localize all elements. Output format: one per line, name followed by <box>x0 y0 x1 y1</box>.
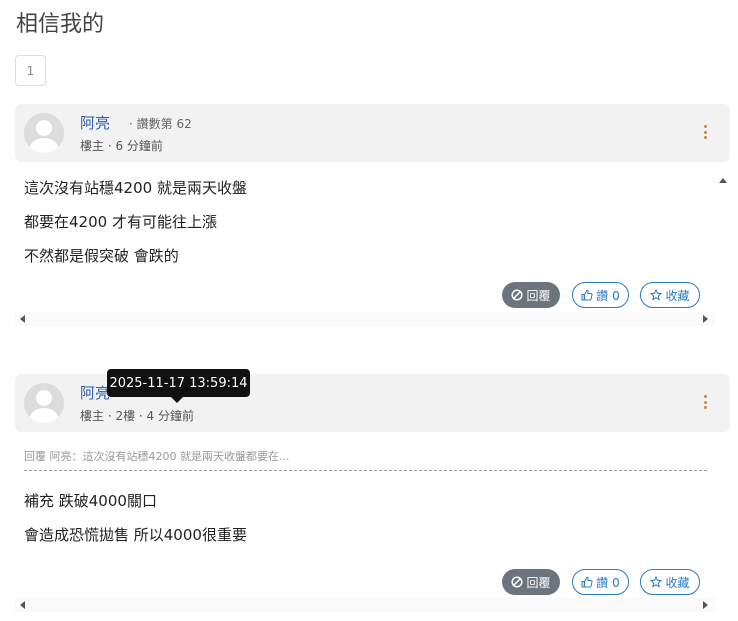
post-line: 會造成恐慌拋售 所以4000很重要 <box>24 526 247 544</box>
avatar[interactable] <box>24 113 64 153</box>
reply-button[interactable]: 回覆 <box>502 282 560 308</box>
post-header: 阿亮 · 讚數第 62 樓主 · 6 分鐘前 <box>15 104 730 162</box>
like-label: 讚 0 <box>596 575 620 590</box>
star-icon <box>650 576 663 588</box>
post-line: 都要在4200 才有可能往上漲 <box>24 213 217 231</box>
timestamp-tooltip: 2025-11-17 13:59:14 <box>107 369 250 403</box>
like-button[interactable]: 讚 0 <box>572 282 629 308</box>
kebab-icon[interactable] <box>704 125 708 139</box>
page-title: 相信我的 <box>16 12 105 37</box>
post-meta: 樓主 · 6 分鐘前 <box>80 139 163 153</box>
star-icon <box>650 289 663 301</box>
scroll-up-icon[interactable] <box>719 178 727 183</box>
post-content-scroll: 這次沒有站穩4200 就是兩天收盤 都要在4200 才有可能往上漲 不然都是假突… <box>15 170 730 326</box>
pagination-page-1[interactable]: 1 <box>15 55 46 86</box>
reply-button[interactable]: 回覆 <box>502 569 560 595</box>
post-line: 這次沒有站穩4200 就是兩天收盤 <box>24 179 247 197</box>
thumbs-up-icon <box>581 576 593 588</box>
scroll-right-icon[interactable] <box>703 601 708 609</box>
avatar[interactable] <box>24 383 64 423</box>
ban-icon <box>511 289 524 301</box>
horizontal-scrollbar[interactable] <box>15 312 715 326</box>
horizontal-scrollbar[interactable] <box>15 598 715 612</box>
scroll-left-icon[interactable] <box>20 315 25 323</box>
ban-icon <box>511 576 524 588</box>
like-label: 讚 0 <box>596 288 620 303</box>
author-link[interactable]: 阿亮 <box>80 112 110 133</box>
post-line: 補充 跌破4000關口 <box>24 492 157 510</box>
like-rank: · 讚數第 62 <box>129 117 192 131</box>
tooltip-text: 2025-11-17 13:59:14 <box>109 375 248 391</box>
reply-label: 回覆 <box>526 288 551 303</box>
like-button[interactable]: 讚 0 <box>572 569 629 595</box>
author-link[interactable]: 阿亮 <box>80 382 110 403</box>
post-line: 不然都是假突破 會跌的 <box>24 247 179 265</box>
kebab-icon[interactable] <box>704 395 708 409</box>
scroll-right-icon[interactable] <box>703 315 708 323</box>
reply-quote[interactable]: 回覆 阿亮：這次沒有站穩4200 就是兩天收盤都要在... <box>24 448 707 471</box>
vertical-scrollbar[interactable] <box>716 440 730 598</box>
reply-label: 回覆 <box>526 575 551 590</box>
favorite-button[interactable]: 收藏 <box>640 282 700 308</box>
post-content-scroll: 回覆 阿亮：這次沒有站穩4200 就是兩天收盤都要在... 補充 跌破4000關… <box>15 440 730 613</box>
favorite-label: 收藏 <box>665 575 690 590</box>
scroll-left-icon[interactable] <box>20 601 25 609</box>
favorite-label: 收藏 <box>665 288 690 303</box>
thumbs-up-icon <box>581 289 593 301</box>
vertical-scrollbar[interactable] <box>716 170 730 312</box>
post-meta: 樓主 · 2樓 · 4 分鐘前 <box>80 409 194 423</box>
favorite-button[interactable]: 收藏 <box>640 569 700 595</box>
